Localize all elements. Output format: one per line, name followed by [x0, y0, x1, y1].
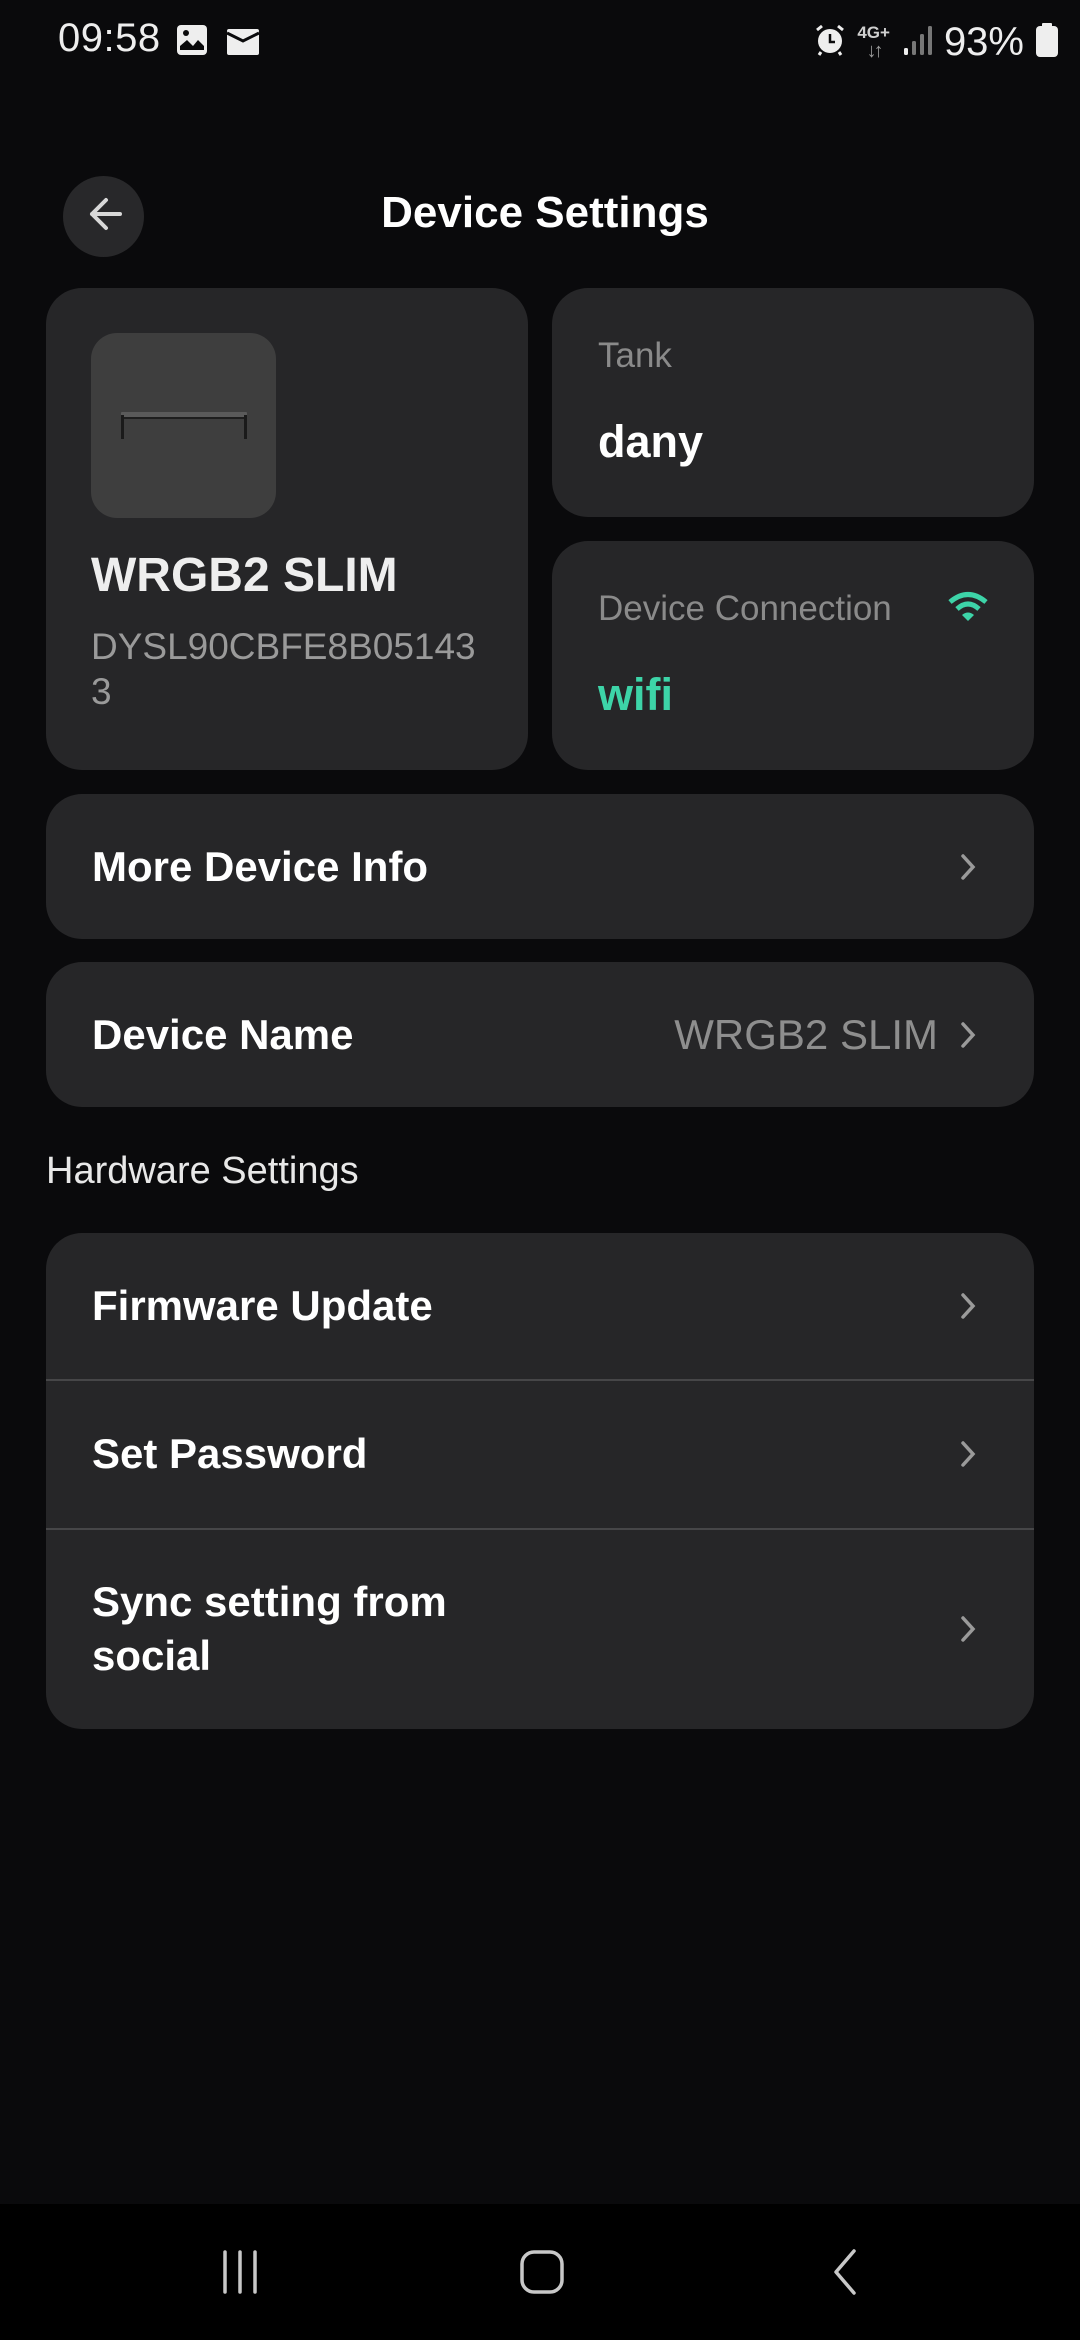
- chevron-right-icon: [961, 1616, 976, 1642]
- hardware-settings-heading: Hardware Settings: [46, 1150, 359, 1192]
- device-name-label: Device Name: [92, 1010, 354, 1058]
- tank-label: Tank: [598, 336, 672, 375]
- device-serial-number: DYSL90CBFE8B051433: [91, 626, 476, 712]
- set-password-label: Set Password: [92, 1430, 368, 1477]
- more-device-info-label: More Device Info: [92, 842, 429, 890]
- status-time: 09:58: [58, 16, 161, 60]
- back-icon: [834, 2249, 856, 2295]
- device-info-card: WRGB2 SLIM DYSL90CBFE8B051433: [46, 288, 528, 770]
- signal-icon: [902, 24, 932, 61]
- hardware-settings-group: Firmware Update Set Password Sync settin…: [46, 1233, 1034, 1729]
- page-title: Device Settings: [381, 188, 709, 237]
- device-connection-card: Device Connection wifi: [552, 541, 1034, 770]
- more-device-info-row[interactable]: More Device Info: [46, 794, 1034, 939]
- tank-value: dany: [598, 416, 704, 467]
- device-name-value: WRGB2 SLIM: [674, 1010, 938, 1058]
- system-nav-bar: [0, 2204, 1080, 2340]
- connection-label: Device Connection: [598, 589, 892, 628]
- battery-icon: [1036, 22, 1058, 62]
- tank-card[interactable]: Tank dany: [552, 288, 1034, 517]
- set-password-row[interactable]: Set Password: [46, 1380, 1034, 1528]
- device-name-row[interactable]: Device Name WRGB2 SLIM: [46, 962, 1034, 1107]
- home-button[interactable]: [497, 2240, 587, 2304]
- battery-percent: 93%: [943, 19, 1024, 64]
- firmware-update-row[interactable]: Firmware Update: [46, 1233, 1034, 1379]
- home-icon: [520, 2250, 564, 2294]
- wifi-icon: [948, 591, 988, 623]
- firmware-update-label: Firmware Update: [92, 1282, 433, 1329]
- connection-value: wifi: [598, 669, 673, 720]
- chevron-right-icon: [961, 1293, 976, 1319]
- email-icon: [226, 28, 260, 61]
- chevron-right-icon: [961, 1441, 976, 1467]
- sync-setting-row[interactable]: Sync setting from social: [46, 1529, 1034, 1729]
- network-4g-icon: 4G+ ↓↑: [857, 23, 890, 62]
- gallery-icon: [176, 24, 208, 61]
- chevron-right-icon: [961, 853, 976, 880]
- alarm-icon: [815, 24, 845, 61]
- system-back-button[interactable]: [800, 2240, 890, 2304]
- recent-apps-button[interactable]: [195, 2240, 285, 2304]
- device-thumbnail: [91, 333, 276, 518]
- status-icons: 4G+ ↓↑ 93%: [815, 14, 1058, 70]
- light-fixture-icon: [121, 412, 247, 439]
- recent-apps-icon: [223, 2250, 257, 2294]
- device-model-name: WRGB2 SLIM: [91, 549, 398, 602]
- sync-setting-label: Sync setting from social: [92, 1578, 447, 1679]
- chevron-right-icon: [961, 1021, 976, 1048]
- status-bar: 09:58 4G+ ↓↑ 93%: [0, 0, 1080, 84]
